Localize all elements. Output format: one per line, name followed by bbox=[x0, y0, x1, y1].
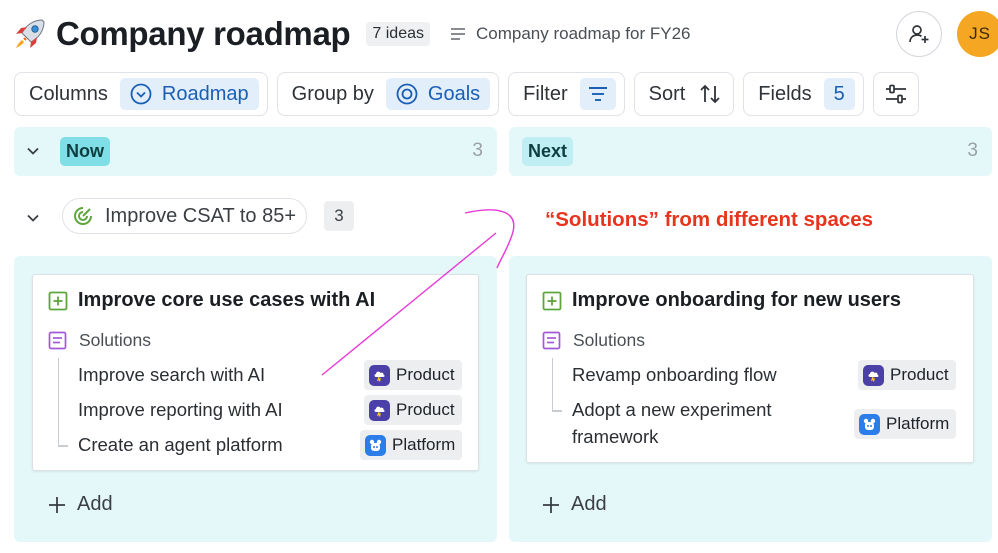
annotation-text: “Solutions” from different spaces bbox=[545, 208, 874, 231]
add-label: Add bbox=[77, 493, 113, 515]
idea-plus-square-icon bbox=[542, 291, 562, 310]
plus-icon bbox=[543, 496, 559, 513]
group-by-value-chip[interactable]: Goals bbox=[385, 78, 491, 110]
fields-count-chip[interactable]: 5 bbox=[823, 78, 855, 110]
columns-control[interactable]: Columns Roadmap bbox=[14, 72, 268, 116]
platform-space-icon bbox=[859, 413, 880, 435]
product-space-icon bbox=[369, 399, 390, 421]
platform-space-icon bbox=[365, 434, 386, 456]
idea-card[interactable]: Improve core use cases with AI Solutions… bbox=[32, 274, 479, 471]
solutions-label: Solutions bbox=[79, 330, 151, 350]
solutions-doc-icon bbox=[48, 331, 67, 350]
product-space-icon bbox=[863, 364, 884, 386]
column-count-now: 3 bbox=[472, 140, 483, 161]
group-by-label: Group by bbox=[291, 82, 374, 105]
target-icon bbox=[396, 83, 418, 105]
goal-chevron-down-icon[interactable] bbox=[24, 209, 42, 227]
chevron-down-icon[interactable] bbox=[24, 142, 42, 160]
idea-card[interactable]: Improve onboarding for new users Solutio… bbox=[526, 274, 974, 463]
space-tag-product[interactable]: Product bbox=[364, 360, 462, 390]
column-count-next: 3 bbox=[967, 140, 978, 161]
sort-label: Sort bbox=[648, 82, 686, 105]
filter-lines-icon bbox=[588, 87, 607, 101]
card-title[interactable]: Improve core use cases with AI bbox=[48, 289, 375, 312]
tree-line bbox=[58, 358, 59, 445]
filter-chip[interactable] bbox=[579, 78, 616, 110]
add-person-icon bbox=[909, 25, 929, 43]
tree-branch bbox=[58, 445, 68, 447]
solution-item[interactable]: Revamp onboarding flow bbox=[572, 361, 777, 388]
rocket-icon bbox=[16, 19, 45, 48]
description-lines-icon bbox=[450, 28, 465, 40]
solution-item[interactable]: Create an agent platform bbox=[78, 431, 283, 458]
view-toolbar: Columns Roadmap Group by Goals Filter So… bbox=[14, 72, 919, 116]
header: Company roadmap 7 ideas Company roadmap … bbox=[12, 10, 998, 58]
solution-item[interactable]: Improve reporting with AI bbox=[78, 396, 283, 423]
fields-control[interactable]: Fields 5 bbox=[743, 72, 864, 116]
goal-count-badge: 3 bbox=[324, 201, 354, 231]
solutions-doc-icon bbox=[542, 331, 561, 350]
add-button[interactable]: Add bbox=[47, 493, 113, 516]
column-header-now: Now 3 bbox=[14, 127, 497, 176]
column-tag-next: Next bbox=[522, 137, 574, 166]
solution-item-line1[interactable]: Adopt a new experiment bbox=[572, 396, 772, 423]
space-tag-product[interactable]: Product bbox=[858, 360, 956, 390]
solutions-label: Solutions bbox=[573, 330, 645, 350]
chevron-circle-icon bbox=[130, 83, 152, 105]
solutions-header: Solutions bbox=[542, 330, 645, 351]
filter-control[interactable]: Filter bbox=[508, 72, 625, 116]
fields-label: Fields bbox=[758, 82, 812, 105]
space-label: Platform bbox=[886, 414, 950, 433]
idea-plus-square-icon bbox=[48, 291, 68, 310]
ideas-count-badge: 7 ideas bbox=[366, 22, 430, 46]
goal-progress-icon bbox=[74, 207, 92, 225]
columns-value-chip[interactable]: Roadmap bbox=[119, 78, 259, 110]
solution-item[interactable]: Improve search with AI bbox=[78, 361, 265, 388]
sort-control[interactable]: Sort bbox=[633, 72, 735, 116]
columns-value: Roadmap bbox=[161, 82, 249, 105]
user-avatar[interactable]: JS bbox=[957, 11, 998, 57]
space-tag-product[interactable]: Product bbox=[364, 395, 462, 425]
space-tag-platform[interactable]: Platform bbox=[854, 409, 957, 439]
space-label: Product bbox=[890, 365, 949, 384]
solution-item-line2[interactable]: framework bbox=[572, 423, 658, 450]
tree-line bbox=[552, 358, 553, 410]
view-settings-button[interactable] bbox=[872, 72, 919, 116]
group-by-control[interactable]: Group by Goals bbox=[276, 72, 500, 116]
add-label: Add bbox=[571, 493, 607, 515]
columns-label: Columns bbox=[29, 82, 108, 105]
group-by-value: Goals bbox=[427, 82, 481, 105]
add-button[interactable]: Add bbox=[541, 493, 607, 516]
goal-label: Improve CSAT to 85+ bbox=[105, 204, 297, 227]
column-tag-now: Now bbox=[60, 137, 110, 166]
tree-branch bbox=[552, 410, 562, 412]
filter-label: Filter bbox=[523, 82, 568, 105]
space-label: Product bbox=[396, 400, 455, 419]
space-tag-platform[interactable]: Platform bbox=[360, 430, 463, 460]
plus-icon bbox=[49, 496, 65, 513]
card-title-text: Improve onboarding for new users bbox=[572, 289, 901, 311]
page-title: Company roadmap bbox=[56, 15, 351, 52]
card-title[interactable]: Improve onboarding for new users bbox=[542, 289, 901, 312]
column-header-next: Next 3 bbox=[509, 127, 992, 176]
space-label: Platform bbox=[392, 435, 456, 454]
add-person-button[interactable] bbox=[896, 11, 942, 57]
solutions-header: Solutions bbox=[48, 330, 151, 351]
goal-pill[interactable]: Improve CSAT to 85+ bbox=[62, 198, 308, 234]
space-label: Product bbox=[396, 365, 455, 384]
roadmap-description[interactable]: Company roadmap for FY26 bbox=[450, 24, 691, 44]
description-text: Company roadmap for FY26 bbox=[475, 24, 691, 43]
sort-arrows-icon bbox=[700, 84, 720, 104]
card-title-text: Improve core use cases with AI bbox=[78, 289, 376, 311]
product-space-icon bbox=[369, 364, 390, 386]
sliders-icon bbox=[885, 84, 906, 104]
